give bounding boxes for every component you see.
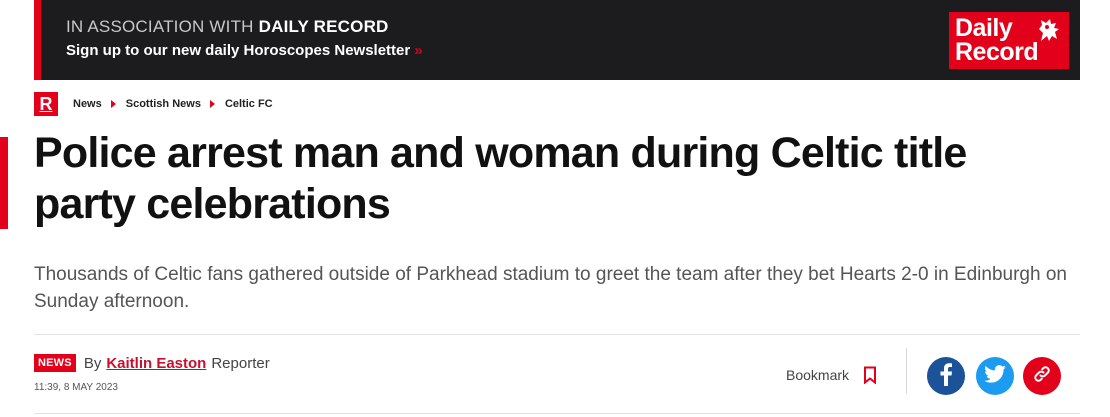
byline-by: By <box>83 354 102 372</box>
copy-link-button[interactable] <box>1023 357 1061 395</box>
breadcrumb-item-news[interactable]: News <box>73 98 102 110</box>
promo-accent-bar <box>34 0 41 80</box>
lion-rampant-icon <box>1033 17 1063 48</box>
association-brand: DAILY RECORD <box>258 17 389 36</box>
bookmark-label: Bookmark <box>786 367 850 383</box>
association-prefix: IN ASSOCIATION WITH <box>66 17 254 36</box>
newsletter-signup-label: Sign up to our new daily Horoscopes News… <box>66 42 411 59</box>
divider-bottom <box>34 413 1080 414</box>
site-home-icon[interactable]: R <box>34 92 58 116</box>
chevron-double-right-icon: » <box>414 42 423 59</box>
link-icon <box>1032 364 1052 389</box>
share-divider <box>906 348 907 394</box>
promo-banner <box>34 0 1080 80</box>
divider <box>34 334 1080 335</box>
breadcrumb-item-scottish-news[interactable]: Scottish News <box>126 98 201 110</box>
chevron-right-icon <box>110 100 116 108</box>
author-role: Reporter <box>211 354 270 372</box>
publish-timestamp: 11:39, 8 MAY 2023 <box>34 382 118 393</box>
author-link[interactable]: Kaitlin Easton <box>106 355 206 372</box>
chevron-right-icon <box>209 100 215 108</box>
category-badge: NEWS <box>34 354 76 372</box>
association-text: IN ASSOCIATION WITH DAILY RECORD <box>66 17 389 37</box>
breadcrumb-item-celtic-fc[interactable]: Celtic FC <box>225 98 273 110</box>
newsletter-signup-link[interactable]: Sign up to our new daily Horoscopes News… <box>66 42 423 59</box>
share-twitter-button[interactable] <box>976 357 1014 395</box>
bookmark-button[interactable]: Bookmark <box>786 366 877 384</box>
headline-accent-bar <box>0 137 8 229</box>
twitter-icon <box>984 364 1006 388</box>
share-facebook-button[interactable] <box>927 357 965 395</box>
facebook-icon <box>939 362 953 391</box>
article-standfirst: Thousands of Celtic fans gathered outsid… <box>34 264 1067 312</box>
bookmark-icon <box>863 366 877 384</box>
logo-line-2: Record <box>955 38 1039 66</box>
breadcrumb: R News Scottish News Celtic FC <box>34 92 273 116</box>
article-headline: Police arrest man and woman during Celti… <box>34 129 967 228</box>
byline: NEWS By Kaitlin Easton Reporter <box>34 354 270 372</box>
daily-record-logo[interactable]: Daily Record <box>949 12 1069 69</box>
